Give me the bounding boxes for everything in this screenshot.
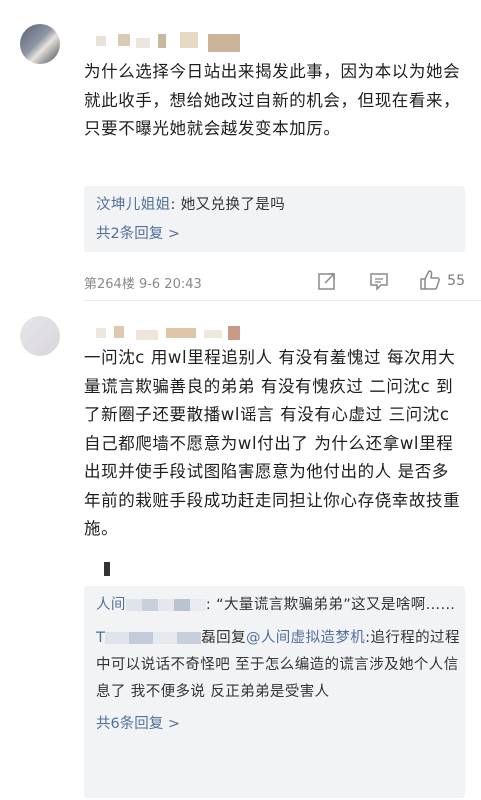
reply-author[interactable]: 汶坤儿姐姐 (96, 197, 171, 213)
comment-meta: 第264楼 9-6 20:43 55 (84, 270, 469, 292)
more-replies-link[interactable]: 共2条回复 > (84, 222, 465, 243)
comment-card: 一问沈c 用wl里程追别人 有没有羞愧过 每次用大量谎言欺骗善良的弟弟 有没有愧… (0, 300, 481, 800)
username-redacted[interactable] (84, 322, 254, 344)
comment-body: 一问沈c 用wl里程追别人 有没有羞愧过 每次用大量谎言欺骗善良的弟弟 有没有愧… (84, 348, 461, 538)
reply-author[interactable]: T (96, 630, 105, 646)
reply-mention[interactable]: @人间虚拟造梦机 (246, 630, 365, 646)
reply-text: : “大量谎言欺骗弟弟”这又是啥啊…… (205, 597, 456, 613)
like-count: 55 (447, 273, 465, 289)
reply-prefix: 磊回复 (201, 630, 246, 646)
username-redacted (125, 599, 206, 611)
like-icon[interactable] (418, 268, 442, 296)
user-avatar[interactable] (20, 316, 60, 356)
comment-body: 为什么选择今日站出来揭发此事，因为本以为她会就此收手，想给她改过自新的机会，但现… (84, 62, 461, 138)
user-avatar[interactable] (20, 24, 60, 64)
reply-item: 汶坤儿姐姐: 她又兑换了是吗 (84, 192, 465, 218)
cursor-mark (104, 562, 110, 576)
more-replies-link[interactable]: 共6条回复 > (84, 712, 465, 733)
share-icon[interactable] (316, 270, 338, 296)
floor-timestamp: 第264楼 9-6 20:43 (84, 277, 202, 292)
reply-preview[interactable]: 汶坤儿姐姐: 她又兑换了是吗 共2条回复 > (84, 186, 465, 252)
reply-preview[interactable]: 人间: “大量谎言欺骗弟弟”这又是啥啊…… T 磊回复@人间虚拟造梦机:追行程的过… (84, 586, 465, 798)
reply-item: T 磊回复@人间虚拟造梦机:追行程的过程中可以说话不奇怪吧 至于怎么编造的谎言涉及… (84, 625, 465, 706)
username-redacted (105, 632, 202, 644)
username-redacted[interactable] (84, 30, 254, 52)
reply-item: 人间 : “大量谎言欺骗弟弟”这又是啥啊…… (84, 592, 465, 619)
reply-author[interactable]: 人间 (96, 597, 126, 613)
comment-icon[interactable] (368, 270, 390, 296)
reply-text: : 她又兑换了是吗 (170, 197, 286, 213)
comment-card: 为什么选择今日站出来揭发此事，因为本以为她会就此收手，想给她改过自新的机会，但现… (0, 0, 481, 300)
